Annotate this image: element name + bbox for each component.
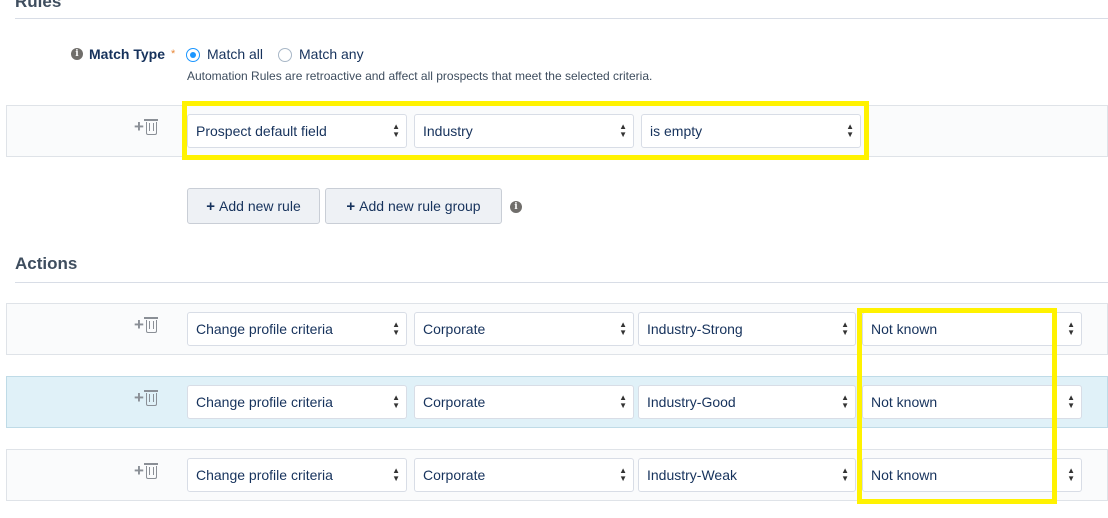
action-type-select[interactable]: Change profile criteria ▲ ▼: [187, 385, 407, 419]
chevron-updown-icon: ▲ ▼: [392, 122, 400, 139]
action-criterion-value: Industry-Strong: [647, 321, 743, 337]
plus-icon[interactable]: +: [134, 316, 144, 333]
actions-divider: [15, 282, 1108, 283]
add-new-rule-group-label: Add new rule group: [359, 198, 481, 214]
required-mark: *: [170, 48, 176, 60]
chevron-updown-icon: ▲ ▼: [392, 393, 400, 410]
action-type-select[interactable]: Change profile criteria ▲ ▼: [187, 312, 407, 346]
match-all-label[interactable]: Match all: [207, 46, 263, 62]
action-value-value: Not known: [871, 394, 938, 410]
action-profile-select[interactable]: Corporate ▲ ▼: [414, 458, 634, 492]
chevron-updown-icon: ▲ ▼: [841, 466, 849, 483]
rule-row-controls: +: [134, 118, 158, 135]
action-value-select[interactable]: Not known ▲ ▼: [862, 458, 1082, 492]
action-profile-value: Corporate: [423, 467, 486, 483]
rules-section-title: Rules: [15, 0, 62, 11]
action-type-value: Change profile criteria: [196, 321, 333, 337]
rule-field-select[interactable]: Industry ▲ ▼: [414, 114, 634, 148]
chevron-updown-icon: ▲ ▼: [841, 393, 849, 410]
trash-icon[interactable]: [143, 389, 158, 406]
action-criterion-value: Industry-Weak: [647, 467, 737, 483]
add-new-rule-group-button[interactable]: + Add new rule group: [325, 188, 502, 224]
action-value-value: Not known: [871, 467, 938, 483]
plus-icon[interactable]: +: [134, 118, 144, 135]
plus-icon: +: [346, 197, 356, 215]
match-type-hint: Automation Rules are retroactive and aff…: [187, 69, 653, 83]
action-profile-select[interactable]: Corporate ▲ ▼: [414, 312, 634, 346]
action-criterion-value: Industry-Good: [647, 394, 736, 410]
action-profile-select[interactable]: Corporate ▲ ▼: [414, 385, 634, 419]
plus-icon: +: [206, 197, 216, 215]
action-criterion-select[interactable]: Industry-Strong ▲ ▼: [638, 312, 856, 346]
actions-section-title: Actions: [15, 254, 78, 273]
chevron-updown-icon: ▲ ▼: [1067, 320, 1075, 337]
rule-operator-value: is empty: [650, 123, 703, 139]
info-icon[interactable]: i: [71, 48, 83, 60]
action-profile-value: Corporate: [423, 321, 486, 337]
chevron-updown-icon: ▲ ▼: [841, 320, 849, 337]
rule-field-value: Industry: [423, 123, 473, 139]
trash-icon[interactable]: [143, 118, 158, 135]
chevron-updown-icon: ▲ ▼: [392, 320, 400, 337]
rule-operator-select[interactable]: is empty ▲ ▼: [641, 114, 861, 148]
rule-field-type-select[interactable]: Prospect default field ▲ ▼: [187, 114, 407, 148]
action-criterion-select[interactable]: Industry-Good ▲ ▼: [638, 385, 856, 419]
trash-icon[interactable]: [143, 316, 158, 333]
chevron-updown-icon: ▲ ▼: [1067, 393, 1075, 410]
action-type-value: Change profile criteria: [196, 394, 333, 410]
add-new-rule-button[interactable]: + Add new rule: [187, 188, 320, 224]
trash-icon[interactable]: [143, 462, 158, 479]
chevron-updown-icon: ▲ ▼: [619, 122, 627, 139]
rules-divider: [15, 18, 1108, 19]
action-row-controls: +: [134, 462, 158, 479]
info-icon[interactable]: i: [510, 201, 522, 213]
rule-field-type-value: Prospect default field: [196, 123, 327, 139]
action-type-value: Change profile criteria: [196, 467, 333, 483]
chevron-updown-icon: ▲ ▼: [619, 393, 627, 410]
match-any-label[interactable]: Match any: [299, 46, 364, 62]
match-any-radio[interactable]: [278, 48, 292, 62]
action-value-select[interactable]: Not known ▲ ▼: [862, 312, 1082, 346]
action-row-controls: +: [134, 316, 158, 333]
action-type-select[interactable]: Change profile criteria ▲ ▼: [187, 458, 407, 492]
plus-icon[interactable]: +: [134, 389, 144, 406]
match-type-label: Match Type: [89, 46, 165, 62]
chevron-updown-icon: ▲ ▼: [1067, 466, 1075, 483]
add-new-rule-label: Add new rule: [219, 198, 301, 214]
chevron-updown-icon: ▲ ▼: [846, 122, 854, 139]
chevron-updown-icon: ▲ ▼: [619, 320, 627, 337]
match-type-label-group: i Match Type *: [71, 46, 175, 62]
plus-icon[interactable]: +: [134, 462, 144, 479]
action-value-select[interactable]: Not known ▲ ▼: [862, 385, 1082, 419]
match-all-radio[interactable]: [186, 48, 200, 62]
action-criterion-select[interactable]: Industry-Weak ▲ ▼: [638, 458, 856, 492]
chevron-updown-icon: ▲ ▼: [392, 466, 400, 483]
action-value-value: Not known: [871, 321, 938, 337]
action-profile-value: Corporate: [423, 394, 486, 410]
action-row-controls: +: [134, 389, 158, 406]
chevron-updown-icon: ▲ ▼: [619, 466, 627, 483]
